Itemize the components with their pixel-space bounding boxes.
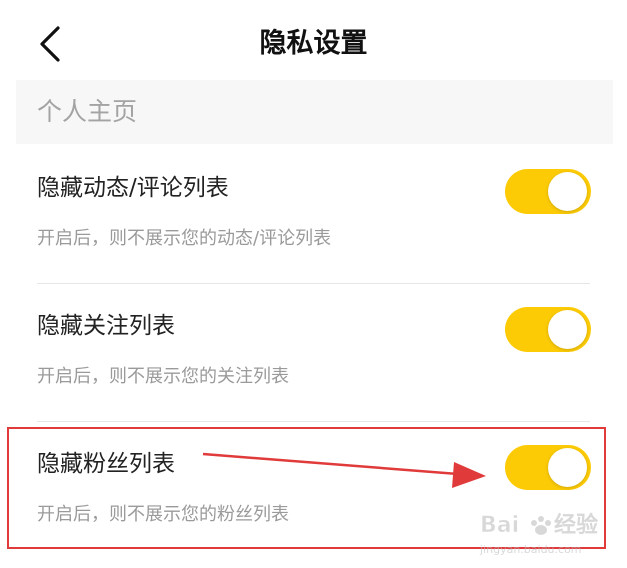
watermark-url: jingyan.baidu.com <box>479 543 582 556</box>
setting-row-hide-activity: 隐藏动态/评论列表 开启后，则不展示您的动态/评论列表 <box>16 145 606 283</box>
setting-title: 隐藏关注列表 <box>37 313 175 339</box>
watermark-brand-right: 经验 <box>554 512 598 538</box>
section-header: 个人主页 <box>16 80 613 144</box>
toggle-knob <box>548 448 587 487</box>
setting-title: 隐藏粉丝列表 <box>37 451 175 477</box>
hide-fans-toggle[interactable] <box>505 445 591 490</box>
watermark-brand-left: Bai <box>480 513 519 538</box>
paw-icon <box>531 516 551 535</box>
page-title: 隐私设置 <box>259 28 368 59</box>
setting-description: 开启后，则不展示您的粉丝列表 <box>37 504 289 525</box>
setting-title: 隐藏动态/评论列表 <box>37 175 229 201</box>
toggle-knob <box>548 172 587 211</box>
nav-header: 隐私设置 <box>0 0 627 82</box>
setting-row-hide-following: 隐藏关注列表 开启后，则不展示您的关注列表 <box>16 283 606 421</box>
setting-description: 开启后，则不展示您的动态/评论列表 <box>37 228 332 249</box>
setting-description: 开启后，则不展示您的关注列表 <box>37 366 289 387</box>
hide-activity-toggle[interactable] <box>505 169 591 214</box>
toggle-knob <box>548 310 587 349</box>
section-label: 个人主页 <box>37 97 138 126</box>
baidu-jingyan-watermark: Bai 经验 jingyan.baidu.com <box>479 512 598 556</box>
hide-following-toggle[interactable] <box>505 307 591 352</box>
